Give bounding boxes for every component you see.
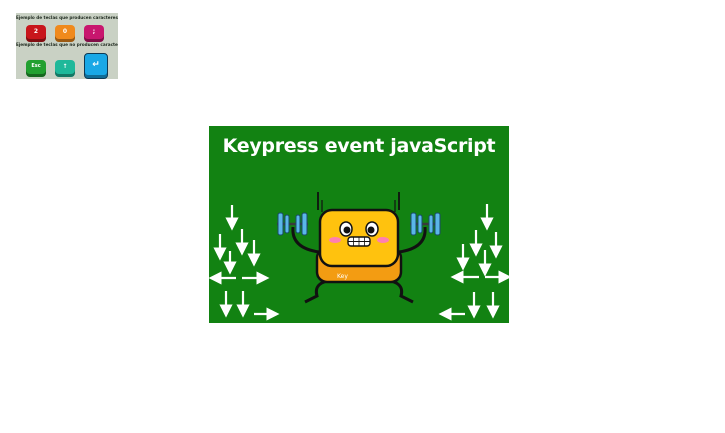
key-semicolon: ;: [84, 25, 104, 42]
left-arrows-decoration: [209, 205, 280, 321]
key-esc: Esc: [26, 60, 46, 77]
banner-title: Keypress event javaScript: [222, 135, 496, 157]
thumbnail-caption-top: Ejemplo de teclas que producen caractere…: [16, 15, 118, 20]
thumbnail-caption-bottom: Ejemplo de teclas que no producen caract…: [16, 42, 118, 47]
key-character-illustration: Key: [277, 192, 441, 304]
keypress-banner-image[interactable]: Key Keypress event javaScript: [209, 126, 509, 323]
key-base-label: Key: [337, 273, 348, 280]
key-enter: ↵: [84, 53, 108, 79]
key-0: 0: [55, 25, 75, 42]
right-arrows-decoration: [438, 204, 509, 321]
keyboard-keys-thumbnail[interactable]: Ejemplo de teclas que producen caractere…: [16, 13, 118, 79]
key-arrow-up: ↑: [55, 60, 75, 77]
key-2: 2: [26, 25, 46, 42]
